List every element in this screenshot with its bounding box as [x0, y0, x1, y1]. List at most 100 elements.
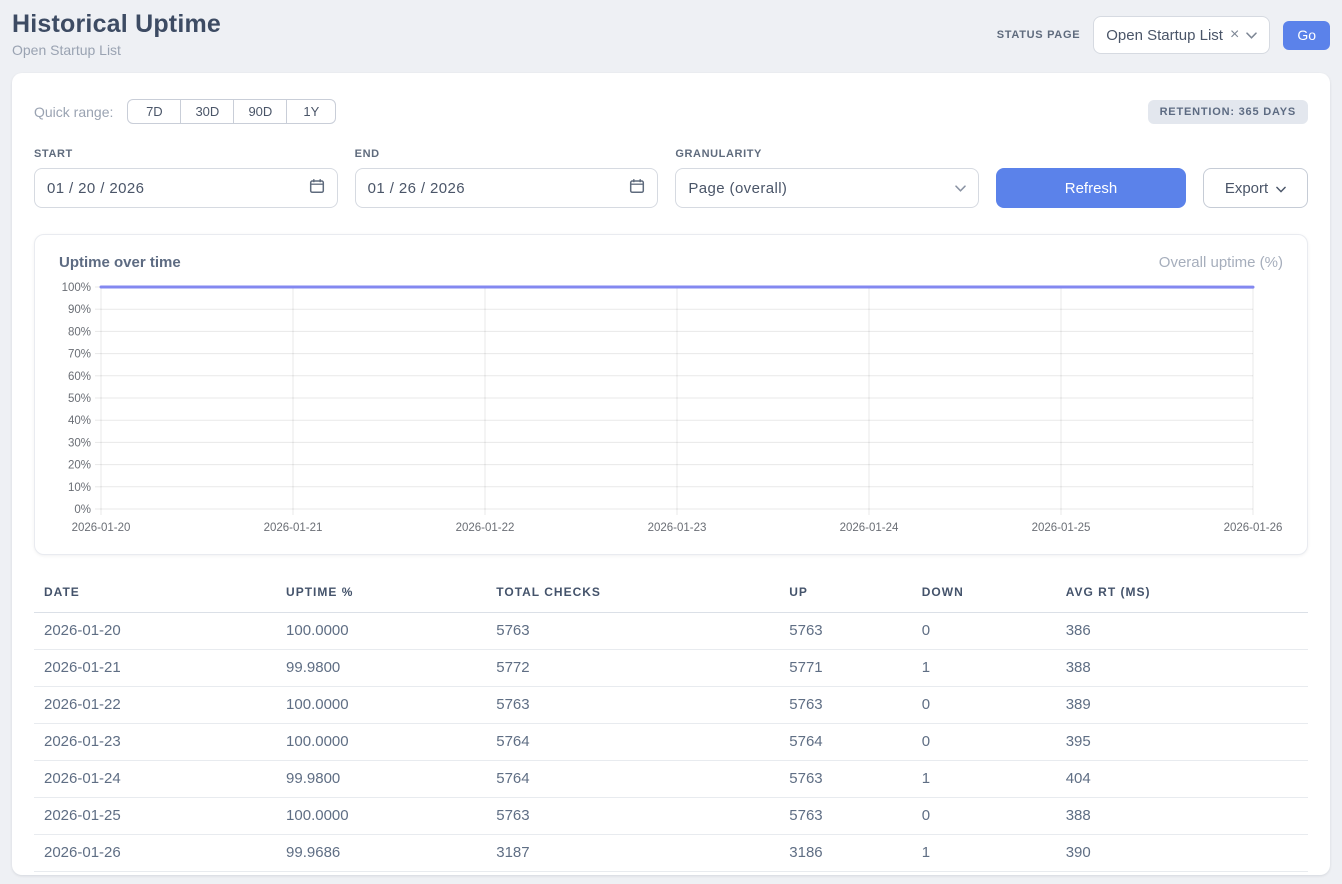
refresh-button[interactable]: Refresh	[996, 168, 1186, 208]
svg-text:2026-01-24: 2026-01-24	[840, 522, 899, 534]
table-cell: 1	[912, 835, 1056, 872]
header-controls: STATUS PAGE Open Startup List × Go	[997, 16, 1330, 54]
table-cell: 99.9800	[276, 761, 486, 798]
start-date-group: START 01 / 20 / 2026	[34, 148, 338, 208]
quick-range-buttons: 7D30D90D1Y	[127, 99, 336, 124]
end-date-input[interactable]: 01 / 26 / 2026	[355, 168, 659, 208]
column-header: UP	[779, 577, 911, 613]
table-cell: 5763	[779, 798, 911, 835]
table-cell: 5763	[779, 613, 911, 650]
title-block: Historical Uptime Open Startup List	[12, 10, 221, 59]
quick-range-1y[interactable]: 1Y	[286, 99, 336, 124]
svg-text:70%: 70%	[68, 349, 91, 361]
granularity-group: GRANULARITY Page (overall)	[675, 148, 979, 208]
svg-text:50%: 50%	[68, 393, 91, 405]
column-header: DATE	[34, 577, 276, 613]
svg-text:2026-01-25: 2026-01-25	[1032, 522, 1091, 534]
svg-text:60%: 60%	[68, 371, 91, 383]
table-cell: 5771	[779, 650, 911, 687]
granularity-selected-value: Page (overall)	[688, 180, 787, 197]
table-row: 2026-01-23100.0000576457640395	[34, 724, 1308, 761]
status-page-label: STATUS PAGE	[997, 29, 1080, 41]
end-date-label: END	[355, 148, 659, 160]
table-cell: 5764	[486, 761, 779, 798]
start-date-label: START	[34, 148, 338, 160]
quick-range-7d[interactable]: 7D	[127, 99, 181, 124]
status-page-selected-value: Open Startup List	[1106, 27, 1223, 44]
end-date-group: END 01 / 26 / 2026	[355, 148, 659, 208]
chevron-down-icon	[1246, 26, 1257, 44]
start-date-value: 01 / 20 / 2026	[47, 180, 144, 197]
calendar-icon[interactable]	[629, 178, 645, 199]
table-cell: 99.9686	[276, 835, 486, 872]
go-button[interactable]: Go	[1283, 21, 1330, 50]
table-cell: 5763	[486, 798, 779, 835]
quick-range-30d[interactable]: 30D	[180, 99, 234, 124]
calendar-icon[interactable]	[309, 178, 325, 199]
table-row: 2026-01-20100.0000576357630386	[34, 613, 1308, 650]
table-cell: 5763	[486, 687, 779, 724]
uptime-chart-card: Uptime over time Overall uptime (%) 0% 10…	[34, 234, 1308, 555]
svg-text:2026-01-22: 2026-01-22	[456, 522, 515, 534]
page-subtitle: Open Startup List	[12, 41, 221, 59]
table-cell: 2026-01-24	[34, 761, 276, 798]
quick-range-90d[interactable]: 90D	[233, 99, 287, 124]
granularity-label: GRANULARITY	[675, 148, 979, 160]
svg-text:10%: 10%	[68, 482, 91, 494]
table-cell: 100.0000	[276, 613, 486, 650]
svg-text:2026-01-26: 2026-01-26	[1224, 522, 1283, 534]
svg-text:0%: 0%	[74, 504, 91, 516]
table-cell: 3186	[779, 835, 911, 872]
uptime-line-chart[interactable]: 0%10%20%30%40%50%60%70%80%90%100%2026-01…	[59, 281, 1283, 544]
chevron-down-icon	[955, 179, 966, 197]
table-cell: 5763	[779, 761, 911, 798]
table-cell: 0	[912, 613, 1056, 650]
table-cell: 5763	[779, 687, 911, 724]
table-cell: 2026-01-22	[34, 687, 276, 724]
table-row: 2026-01-2199.9800577257711388	[34, 650, 1308, 687]
quick-range-group: Quick range: 7D30D90D1Y	[34, 99, 336, 124]
table-cell: 3187	[486, 835, 779, 872]
table-cell: 99.9800	[276, 650, 486, 687]
export-button-label: Export	[1225, 180, 1268, 197]
table-header-row: DATEUPTIME %TOTAL CHECKSUPDOWNAVG RT (MS…	[34, 577, 1308, 613]
table-cell: 2026-01-21	[34, 650, 276, 687]
retention-badge: RETENTION: 365 DAYS	[1148, 100, 1308, 124]
table-cell: 2026-01-20	[34, 613, 276, 650]
svg-text:90%: 90%	[68, 304, 91, 316]
table-cell: 395	[1056, 724, 1308, 761]
table-row: 2026-01-2699.9686318731861390	[34, 835, 1308, 872]
table-cell: 2026-01-26	[34, 835, 276, 872]
column-header: AVG RT (MS)	[1056, 577, 1308, 613]
granularity-select[interactable]: Page (overall)	[675, 168, 979, 208]
start-date-input[interactable]: 01 / 20 / 2026	[34, 168, 338, 208]
table-cell: 0	[912, 687, 1056, 724]
table-cell: 100.0000	[276, 724, 486, 761]
page-title: Historical Uptime	[12, 10, 221, 39]
end-date-value: 01 / 26 / 2026	[368, 180, 465, 197]
table-cell: 2026-01-25	[34, 798, 276, 835]
table-cell: 388	[1056, 798, 1308, 835]
main-card: Quick range: 7D30D90D1Y RETENTION: 365 D…	[12, 73, 1330, 875]
table-cell: 2026-01-23	[34, 724, 276, 761]
table-cell: 388	[1056, 650, 1308, 687]
table-cell: 389	[1056, 687, 1308, 724]
clear-selection-icon[interactable]: ×	[1230, 27, 1239, 43]
chevron-down-icon	[1276, 180, 1286, 197]
table-cell: 5772	[486, 650, 779, 687]
svg-text:30%: 30%	[68, 437, 91, 449]
uptime-table: DATEUPTIME %TOTAL CHECKSUPDOWNAVG RT (MS…	[34, 577, 1308, 872]
export-button[interactable]: Export	[1203, 168, 1308, 208]
chart-header: Uptime over time Overall uptime (%)	[59, 254, 1283, 271]
quick-range-label: Quick range:	[34, 104, 113, 120]
table-cell: 0	[912, 798, 1056, 835]
table-cell: 386	[1056, 613, 1308, 650]
svg-text:80%: 80%	[68, 326, 91, 338]
chart-legend: Overall uptime (%)	[1159, 254, 1283, 271]
table-cell: 390	[1056, 835, 1308, 872]
status-page-select[interactable]: Open Startup List ×	[1093, 16, 1270, 54]
column-header: DOWN	[912, 577, 1056, 613]
table-cell: 100.0000	[276, 798, 486, 835]
svg-text:20%: 20%	[68, 460, 91, 472]
table-cell: 100.0000	[276, 687, 486, 724]
